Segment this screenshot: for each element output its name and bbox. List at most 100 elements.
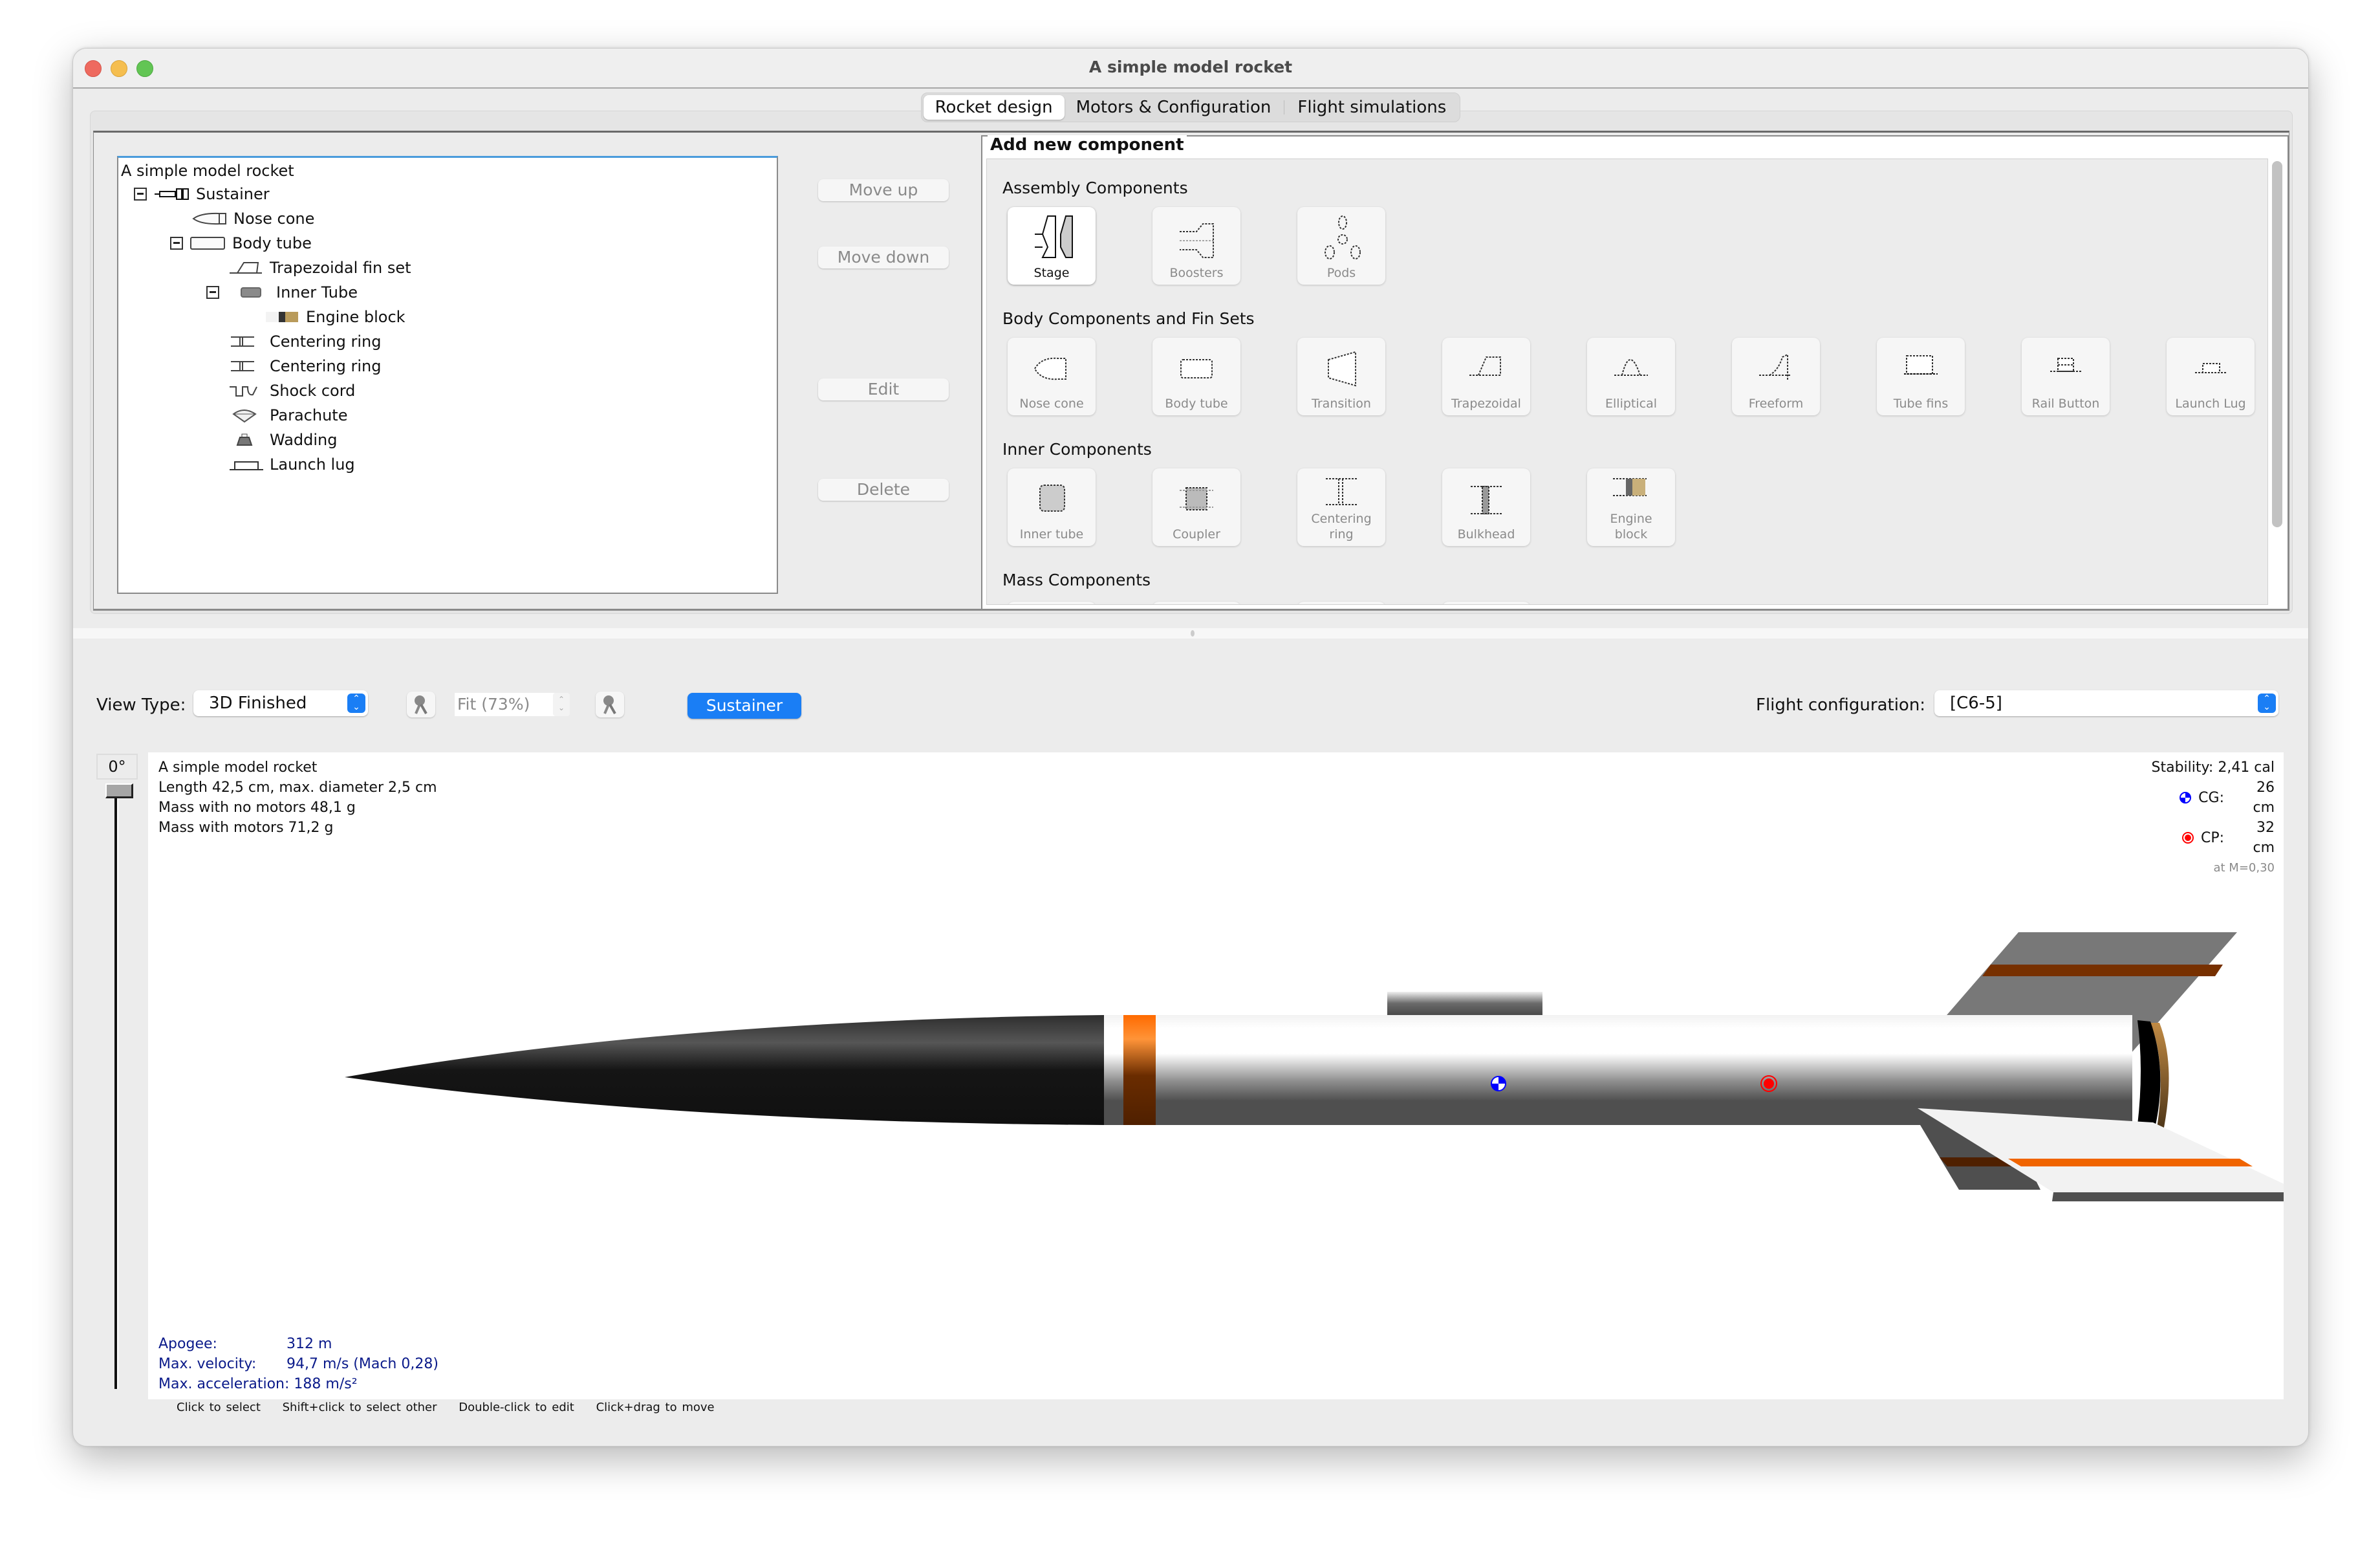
tree-item-label: Inner Tube: [276, 283, 358, 301]
tree-item-centering-ring[interactable]: Centering ring: [228, 330, 382, 353]
flight-summary: Apogee: 312 m Max. velocity: 94,7 m/s (Mac…: [158, 1334, 438, 1394]
add-nose-cone-button[interactable]: Nose cone: [1008, 338, 1096, 415]
zoom-out-icon: [415, 695, 427, 714]
add-pods-button[interactable]: Pods: [1297, 207, 1385, 285]
tree-item-shock-cord[interactable]: Shock cord: [228, 379, 355, 402]
parachute-icon: [232, 410, 257, 423]
rocket-figure-view[interactable]: A simple model rocket Length 42,5 cm, ma…: [148, 752, 2284, 1399]
tree-item-centering-ring[interactable]: Centering ring: [228, 355, 382, 378]
nose-cone-icon: [1033, 357, 1066, 380]
add-stage-button[interactable]: Stage: [1008, 207, 1096, 285]
rail-button-icon: [2050, 358, 2081, 372]
stage-sustainer-button[interactable]: Sustainer: [687, 693, 801, 719]
body-tube[interactable]: [1104, 1015, 2132, 1125]
wadding-icon: [236, 433, 253, 446]
engine-block-icon: [266, 312, 298, 322]
tree-item-label: Sustainer: [196, 185, 270, 203]
add-launch-lug-button[interactable]: Launch Lug: [2167, 338, 2255, 415]
window-title: A simple model rocket: [1088, 58, 1293, 76]
view-type-select[interactable]: 3D Finished ⌃ ⌄: [193, 690, 368, 716]
collapse-toggle-icon[interactable]: [134, 188, 147, 201]
trapezoidal-fin-icon: [230, 262, 262, 274]
component-label: Boosters: [1169, 266, 1224, 280]
tree-item-fin-set[interactable]: Trapezoidal fin set: [228, 256, 411, 279]
tab-rocket-design[interactable]: Rocket design: [923, 95, 1065, 120]
nose-cone[interactable]: [345, 1015, 1104, 1125]
zoom-in-button[interactable]: [596, 692, 624, 717]
tree-item-wadding[interactable]: Wadding: [228, 428, 337, 452]
add-elliptical-button[interactable]: Elliptical: [1587, 338, 1675, 415]
splitter-handle-icon[interactable]: [1191, 630, 1195, 637]
component-label: Centering ring: [1311, 512, 1372, 541]
add-tube-fins-button[interactable]: Tube fins: [1877, 338, 1965, 415]
component-tree[interactable]: A simple model rocket Sustainer Nose con…: [117, 156, 778, 594]
add-rail-button-button[interactable]: Rail Button: [2022, 338, 2110, 415]
fin-stripe: [1982, 965, 2223, 976]
add-coupler-button[interactable]: Coupler: [1152, 468, 1240, 546]
tree-item-root[interactable]: A simple model rocket: [121, 159, 294, 182]
rocket-design-panel: A simple model rocket Sustainer Nose con…: [90, 111, 2293, 614]
add-bulkhead-button[interactable]: Bulkhead: [1442, 468, 1530, 546]
zoom-spinner-icon[interactable]: ⌃ ⌄: [553, 693, 570, 716]
apogee-value: 312 m: [287, 1336, 332, 1352]
tab-flight-simulations[interactable]: Flight simulations: [1286, 95, 1458, 120]
rotation-slider-track[interactable]: [114, 787, 118, 1389]
tab-motors-configuration[interactable]: Motors & Configuration: [1065, 95, 1283, 120]
max-velocity-value: 94,7 m/s (Mach 0,28): [287, 1356, 438, 1372]
delete-button[interactable]: Delete: [818, 479, 949, 501]
tree-item-label: Launch lug: [270, 455, 355, 474]
coupler-icon: [1180, 487, 1213, 510]
zoom-out-button[interactable]: [407, 692, 435, 717]
move-up-button[interactable]: Move up: [818, 179, 949, 201]
nose-cone-icon: [192, 212, 226, 225]
add-transition-button[interactable]: Transition: [1297, 338, 1385, 415]
component-label: Tube fins: [1893, 397, 1949, 411]
component-label: Elliptical: [1605, 397, 1657, 411]
rotation-slider-thumb[interactable]: [105, 783, 133, 798]
transition-icon: [1328, 351, 1356, 387]
tree-item-parachute[interactable]: Parachute: [228, 404, 347, 427]
body-tube-icon: [1180, 359, 1213, 378]
collapse-toggle-icon[interactable]: [170, 237, 183, 250]
collapse-toggle-icon[interactable]: [206, 286, 219, 299]
rotation-angle-display: 0°: [96, 754, 138, 780]
cg-marker: [1491, 1076, 1506, 1091]
add-inner-tube-button[interactable]: Inner tube: [1008, 468, 1096, 546]
add-centering-ring-button[interactable]: Centering ring: [1297, 468, 1385, 546]
component-label: Engine block: [1610, 512, 1652, 541]
flight-config-value: [C6-5]: [1950, 694, 2002, 713]
tree-item-launch-lug[interactable]: Launch lug: [228, 453, 355, 476]
tree-item-body-tube[interactable]: Body tube: [170, 232, 312, 255]
rocket-drawing[interactable]: [148, 752, 2284, 1399]
add-freeform-button[interactable]: Freeform: [1732, 338, 1820, 415]
mass-component-button[interactable]: [1442, 602, 1530, 604]
tree-item-inner-tube[interactable]: Inner Tube: [206, 281, 358, 304]
add-boosters-button[interactable]: Boosters: [1152, 207, 1240, 285]
add-trapezoidal-button[interactable]: Trapezoidal: [1442, 338, 1530, 415]
add-body-tube-button[interactable]: Body tube: [1152, 338, 1240, 415]
mass-component-button[interactable]: [1297, 602, 1385, 604]
hint-shift-click: Shift+click to select other: [282, 1401, 437, 1414]
tree-item-label: Body tube: [232, 234, 312, 252]
tree-item-nose-cone[interactable]: Nose cone: [192, 207, 314, 230]
tree-item-label: A simple model rocket: [121, 162, 294, 180]
hint-double-click: Double-click to edit: [459, 1401, 574, 1414]
rocket-length: Length 42,5 cm, max. diameter 2,5 cm: [158, 780, 437, 796]
inner-tube-icon: [1039, 485, 1065, 512]
mass-component-button[interactable]: [1008, 602, 1096, 604]
max-acceleration-label: Max. acceleration:: [158, 1376, 290, 1392]
launch-lug[interactable]: [1387, 992, 1542, 1015]
add-engine-block-button[interactable]: Engine block: [1587, 468, 1675, 546]
tree-item-sustainer[interactable]: Sustainer: [134, 182, 270, 206]
flight-config-select[interactable]: [C6-5] ⌃ ⌄: [1934, 690, 2278, 716]
mass-with-motors: Mass with motors 71,2 g: [158, 820, 334, 836]
zoom-level-field[interactable]: Fit (73%): [455, 693, 561, 716]
add-component-scrollbar[interactable]: [2272, 161, 2282, 527]
mass-component-button[interactable]: [1152, 602, 1240, 604]
view-type-label: View Type:: [96, 695, 186, 715]
move-down-button[interactable]: Move down: [818, 246, 949, 268]
panel-splitter[interactable]: [73, 628, 2308, 639]
tree-item-engine-block[interactable]: Engine block: [265, 305, 406, 329]
edit-button[interactable]: Edit: [818, 378, 949, 400]
cg-label: CG:: [2198, 789, 2224, 806]
